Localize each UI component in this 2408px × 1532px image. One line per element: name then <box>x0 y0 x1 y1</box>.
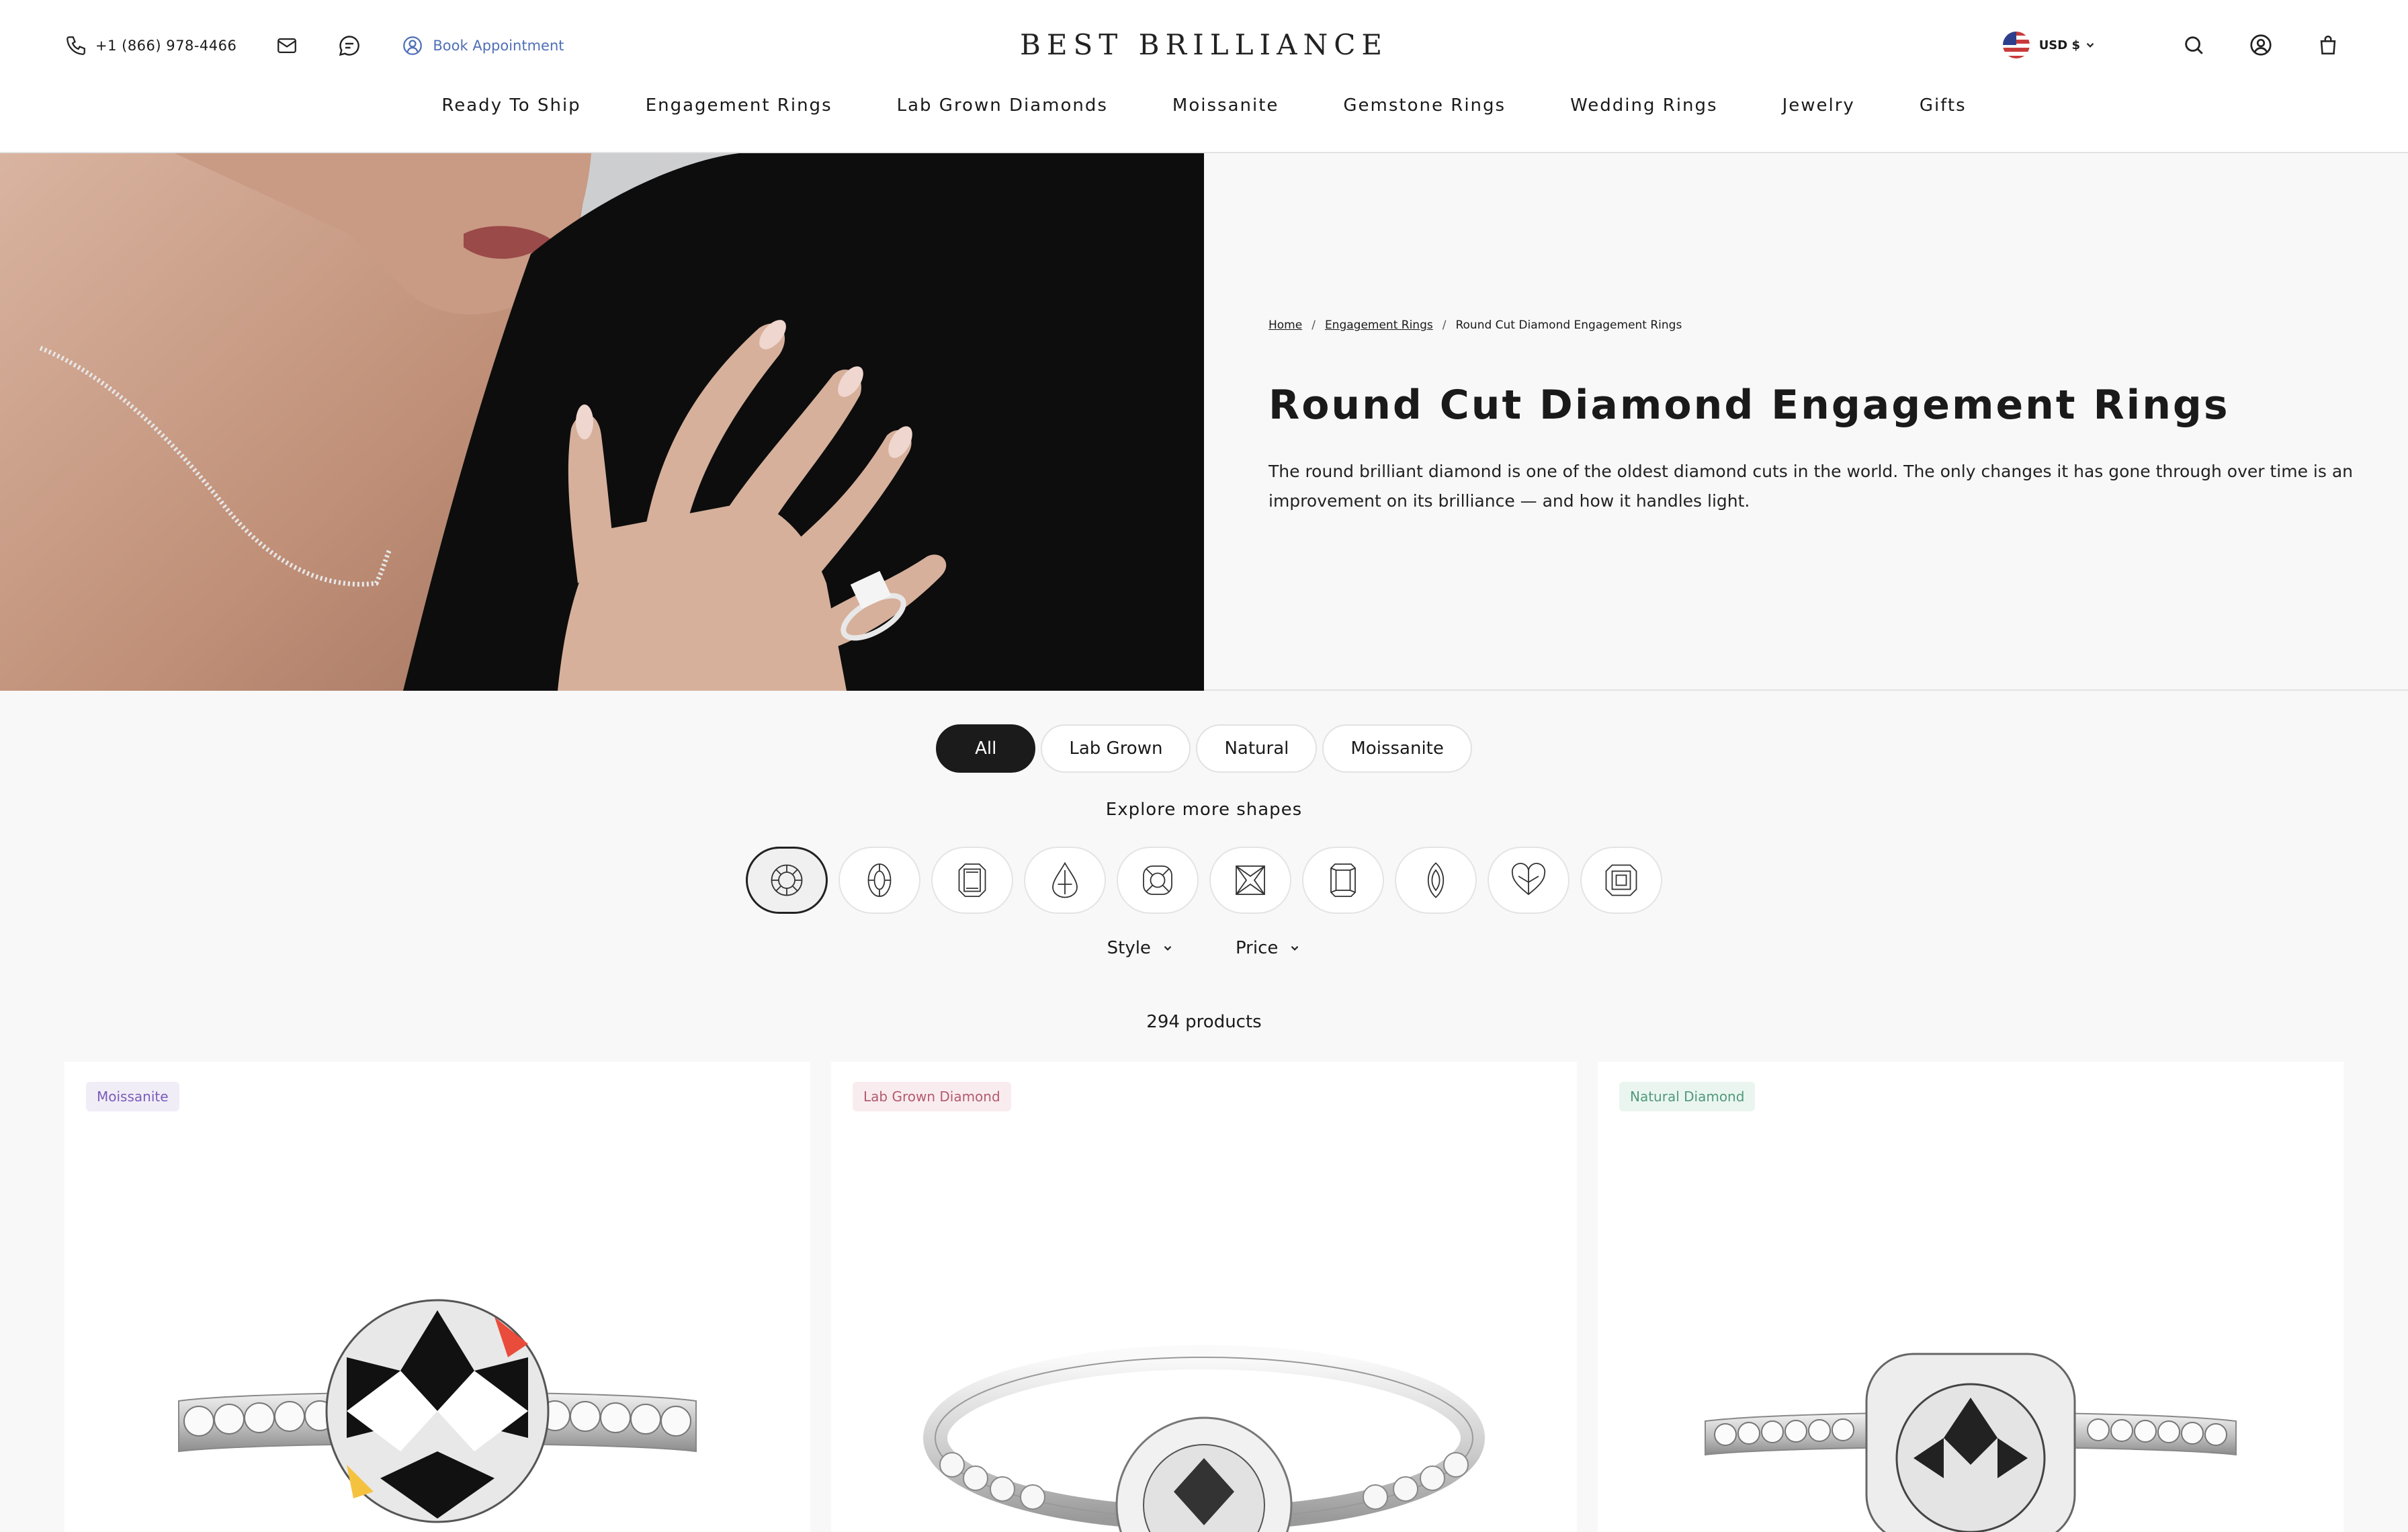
nav-item-engagement-rings[interactable]: Engagement Rings <box>646 95 832 116</box>
shape-selector <box>0 847 2408 914</box>
nav-item-gemstone-rings[interactable]: Gemstone Rings <box>1343 95 1506 116</box>
style-dropdown-label: Style <box>1107 938 1151 958</box>
chevron-down-icon <box>2086 42 2094 48</box>
princess-shape-icon <box>1236 865 1265 895</box>
product-card[interactable]: Lab Grown Diamond <box>831 1062 1577 1532</box>
radiant-shape-icon <box>1330 863 1356 897</box>
shapes-heading: Explore more shapes <box>1105 800 1303 820</box>
shape-radiant-button[interactable] <box>1302 847 1384 914</box>
ring-image <box>178 1299 697 1523</box>
filter-dropdowns: Style Price <box>0 938 2408 958</box>
nav-item-jewelry[interactable]: Jewelry <box>1782 95 1855 116</box>
account-icon <box>2250 34 2272 56</box>
shape-oval-button[interactable] <box>838 847 920 914</box>
product-card[interactable]: Moissanite <box>64 1062 810 1532</box>
hero-photo-illustration <box>0 153 1204 691</box>
account-button[interactable] <box>2245 30 2276 60</box>
nav-item-wedding-rings[interactable]: Wedding Rings <box>1570 95 1717 116</box>
style-dropdown[interactable]: Style <box>1107 938 1174 958</box>
hero-image <box>0 153 1204 691</box>
marquise-shape-icon <box>1427 862 1445 898</box>
shape-heart-button[interactable] <box>1488 847 1570 914</box>
page-title: Round Cut Diamond Engagement Rings <box>1268 382 2230 429</box>
hero-banner: Home / Engagement Rings / Round Cut Diam… <box>0 153 2408 691</box>
main-nav: Ready To Ship Engagement Rings Lab Grown… <box>0 90 2408 121</box>
ring-image <box>923 1345 1485 1532</box>
breadcrumb-separator: / <box>1312 318 1316 332</box>
nav-item-ready-to-ship[interactable]: Ready To Ship <box>441 95 580 116</box>
nav-item-moissanite[interactable]: Moissanite <box>1172 95 1279 116</box>
cart-button[interactable] <box>2313 30 2344 60</box>
chevron-down-icon <box>1291 945 1299 951</box>
hero-content: Home / Engagement Rings / Round Cut Diam… <box>1204 153 2408 691</box>
breadcrumb-separator: / <box>1442 318 1447 332</box>
shape-princess-button[interactable] <box>1209 847 1291 914</box>
nav-item-gifts[interactable]: Gifts <box>1920 95 1967 116</box>
tab-lab-grown[interactable]: Lab Grown <box>1041 724 1191 773</box>
shape-marquise-button[interactable] <box>1395 847 1477 914</box>
tab-natural[interactable]: Natural <box>1196 724 1318 773</box>
price-dropdown[interactable]: Price <box>1236 938 1301 958</box>
breadcrumb-home[interactable]: Home <box>1268 318 1302 332</box>
tab-moissanite[interactable]: Moissanite <box>1322 724 1472 773</box>
product-card[interactable]: Natural Diamond <box>1598 1062 2344 1532</box>
emerald-shape-icon <box>958 863 986 897</box>
top-bar: +1 (866) 978-4466 Book Appointment BEST … <box>0 0 2408 90</box>
shape-emerald-button[interactable] <box>931 847 1013 914</box>
product-count: 294 products <box>1146 1012 1262 1032</box>
page-description: The round brilliant diamond is one of th… <box>1268 462 2353 511</box>
header-tools: USD $ <box>2002 30 2344 60</box>
metal-type-tabs: All Lab Grown Natural Moissanite <box>0 724 2408 773</box>
currency-label: USD $ <box>2038 38 2080 52</box>
breadcrumb: Home / Engagement Rings / Round Cut Diam… <box>1268 318 1682 332</box>
us-flag-icon <box>2002 32 2030 58</box>
oval-shape-icon <box>867 863 892 897</box>
breadcrumb-current: Round Cut Diamond Engagement Rings <box>1455 318 1682 332</box>
shape-asscher-button[interactable] <box>1580 847 1662 914</box>
shape-cushion-button[interactable] <box>1117 847 1199 914</box>
nav-item-lab-grown-diamonds[interactable]: Lab Grown Diamonds <box>897 95 1108 116</box>
currency-selector[interactable]: USD $ <box>2002 32 2096 58</box>
bag-icon <box>2320 35 2336 55</box>
search-button[interactable] <box>2178 30 2209 60</box>
shape-round-button[interactable] <box>746 847 828 914</box>
chevron-down-icon <box>1164 945 1172 951</box>
breadcrumb-engagement-rings[interactable]: Engagement Rings <box>1325 318 1433 332</box>
heart-shape-icon <box>1511 863 1546 896</box>
asscher-shape-icon <box>1605 864 1637 896</box>
price-dropdown-label: Price <box>1235 938 1279 958</box>
site-header: +1 (866) 978-4466 Book Appointment BEST … <box>0 0 2408 153</box>
round-shape-icon <box>771 864 803 896</box>
ring-image <box>1705 1353 2237 1532</box>
pear-shape-icon <box>1052 861 1078 898</box>
shape-pear-button[interactable] <box>1024 847 1106 914</box>
search-icon <box>2185 36 2203 54</box>
cushion-shape-icon <box>1143 865 1172 895</box>
tab-all[interactable]: All <box>936 724 1036 773</box>
